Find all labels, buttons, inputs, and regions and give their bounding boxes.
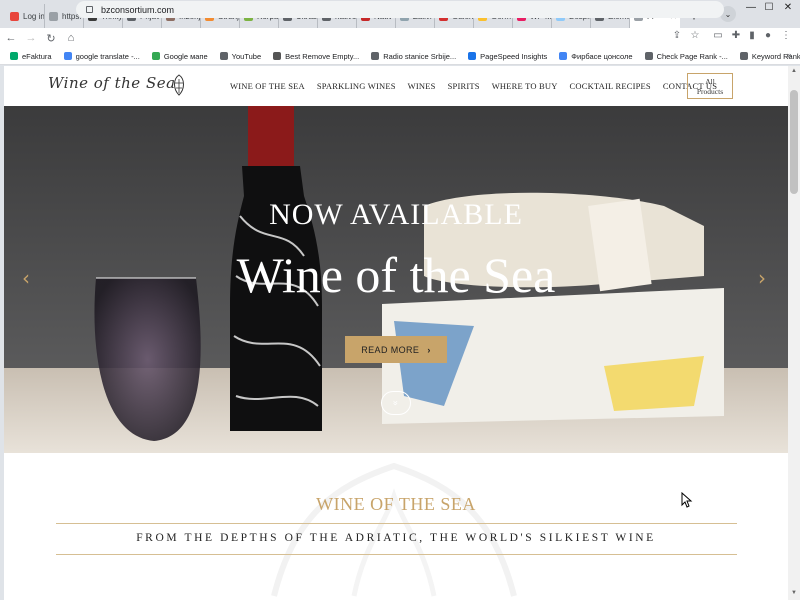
- mouse-cursor-icon: [681, 492, 693, 508]
- profile-avatar-icon[interactable]: ●: [760, 30, 776, 41]
- tab[interactable]: Log in: [6, 4, 45, 28]
- bookmarks-overflow-icon[interactable]: »: [787, 50, 792, 60]
- reload-icon[interactable]: ↻: [42, 29, 60, 47]
- bookmark-favicon-icon: [219, 52, 228, 60]
- bookmark-item[interactable]: Best Remove Empty...: [273, 52, 359, 61]
- nav-link[interactable]: WINES: [408, 81, 436, 91]
- bookmark-favicon-icon: [63, 52, 72, 60]
- lock-icon: [86, 6, 93, 13]
- slider-next-arrow-icon[interactable]: ›: [758, 266, 766, 290]
- hero-slider: NOW AVAILABLE Wine of the Sea READ MORE …: [4, 106, 788, 453]
- scroll-up-arrow-icon[interactable]: ▲: [788, 68, 800, 74]
- section-title: WINE OF THE SEA: [316, 494, 476, 514]
- bookmark-label: eFaktura: [22, 51, 52, 61]
- divider-bottom: [56, 554, 737, 555]
- maximize-button[interactable]: ☐: [760, 0, 778, 14]
- side-panel-icon[interactable]: ▮: [744, 30, 760, 41]
- bookmark-label: google translate -...: [75, 51, 140, 61]
- bookmark-favicon-icon: [151, 52, 160, 60]
- chevron-right-icon: ›: [427, 344, 431, 355]
- bookmark-label: Keyword Rank Chec...: [751, 51, 800, 61]
- nav-link[interactable]: WHERE TO BUY: [492, 81, 558, 91]
- site-header: Wine of the Sea WINE OF THE SEA SPARKLING…: [4, 66, 788, 106]
- bookmark-item[interactable]: Google мапе: [151, 51, 208, 61]
- bookmark-item[interactable]: Фирбасе цонсоле: [559, 51, 633, 61]
- home-icon[interactable]: ⌂: [62, 29, 80, 47]
- bookmark-favicon-icon: [559, 52, 568, 60]
- cast-icon[interactable]: ▭: [710, 30, 726, 41]
- bookmark-favicon-icon: [371, 52, 380, 60]
- bookmark-label: Google мапе: [163, 51, 208, 61]
- read-more-label: READ MORE: [361, 344, 420, 355]
- scroll-down-arrow-icon[interactable]: ▼: [788, 590, 800, 596]
- share-icon[interactable]: ⇪: [670, 30, 684, 41]
- nav-link[interactable]: COCKTAIL RECIPES: [570, 81, 651, 91]
- back-icon[interactable]: ←: [2, 29, 20, 47]
- main-nav: WINE OF THE SEA SPARKLING WINES WINES SPIRI…: [230, 81, 729, 91]
- tab-favicon-icon: [49, 11, 58, 21]
- hero-kicker: NOW AVAILABLE: [269, 198, 523, 231]
- tab-label: Log in: [23, 11, 45, 21]
- scroll-down-icon[interactable]: »: [381, 391, 411, 415]
- bookmark-item[interactable]: Check Page Rank -...: [644, 51, 728, 61]
- nav-link[interactable]: SPARKLING WINES: [317, 81, 396, 91]
- bookmark-item[interactable]: google translate -...: [63, 51, 140, 61]
- menu-kebab-icon[interactable]: ⋮: [778, 30, 794, 41]
- bookmark-label: Фирбасе цонсоле: [571, 51, 633, 61]
- bookmark-label: PageSpeed Insights: [480, 51, 548, 61]
- address-bar[interactable]: bzconsortium.com: [76, 1, 724, 18]
- bookmark-item[interactable]: Radio stanice Srbije...: [371, 52, 456, 61]
- bookmark-favicon-icon: [273, 52, 282, 60]
- read-more-button[interactable]: READ MORE ›: [345, 336, 447, 363]
- bookmark-favicon-icon: [468, 52, 477, 60]
- scrollbar-thumb[interactable]: [790, 90, 798, 194]
- tab-favicon-icon: [10, 11, 19, 21]
- nav-link[interactable]: SPIRITS: [448, 81, 480, 91]
- bookmark-item[interactable]: eFaktura: [10, 52, 52, 61]
- bookmarks-bar: eFaktura google translate -... Google мапе…: [0, 48, 800, 65]
- page-scrollbar[interactable]: ▲ ▼: [788, 66, 800, 600]
- divider-top: [56, 523, 737, 524]
- site-logo[interactable]: Wine of the Sea: [48, 74, 176, 92]
- extensions-icon[interactable]: ✚: [728, 30, 744, 41]
- all-products-line1: All: [705, 77, 715, 86]
- nav-link[interactable]: WINE OF THE SEA: [230, 81, 305, 91]
- section-subtitle: FROM THE DEPTHS OF THE ADRIATIC, THE WOR…: [136, 532, 656, 544]
- all-products-button[interactable]: All Products: [687, 73, 733, 99]
- forward-icon[interactable]: →: [22, 29, 40, 47]
- bookmark-label: Radio stanice Srbije...: [383, 51, 457, 61]
- bookmark-label: Best Remove Empty...: [285, 51, 360, 61]
- bookmark-item[interactable]: PageSpeed Insights: [468, 52, 547, 61]
- bookmark-favicon-icon: [644, 52, 653, 60]
- slider-prev-arrow-icon[interactable]: ‹: [22, 266, 30, 290]
- bookmark-favicon-icon: [10, 52, 18, 60]
- url-text: bzconsortium.com: [101, 4, 175, 15]
- logo-emblem-icon: [174, 74, 184, 96]
- bookmark-item[interactable]: YouTube: [219, 51, 262, 61]
- all-products-line2: Products: [696, 87, 724, 96]
- close-window-button[interactable]: ✕: [779, 0, 797, 14]
- bookmark-label: YouTube: [231, 51, 262, 61]
- minimize-button[interactable]: —: [742, 0, 760, 14]
- bookmark-favicon-icon: [739, 52, 748, 60]
- hero-title: Wine of the Sea: [236, 247, 556, 303]
- bookmark-star-icon[interactable]: ☆: [688, 30, 702, 41]
- bookmark-label: Check Page Rank -...: [656, 51, 728, 61]
- background-watermark-icon: [271, 462, 517, 597]
- page-viewport: Wine of the Sea WINE OF THE SEA SPARKLING…: [4, 66, 788, 600]
